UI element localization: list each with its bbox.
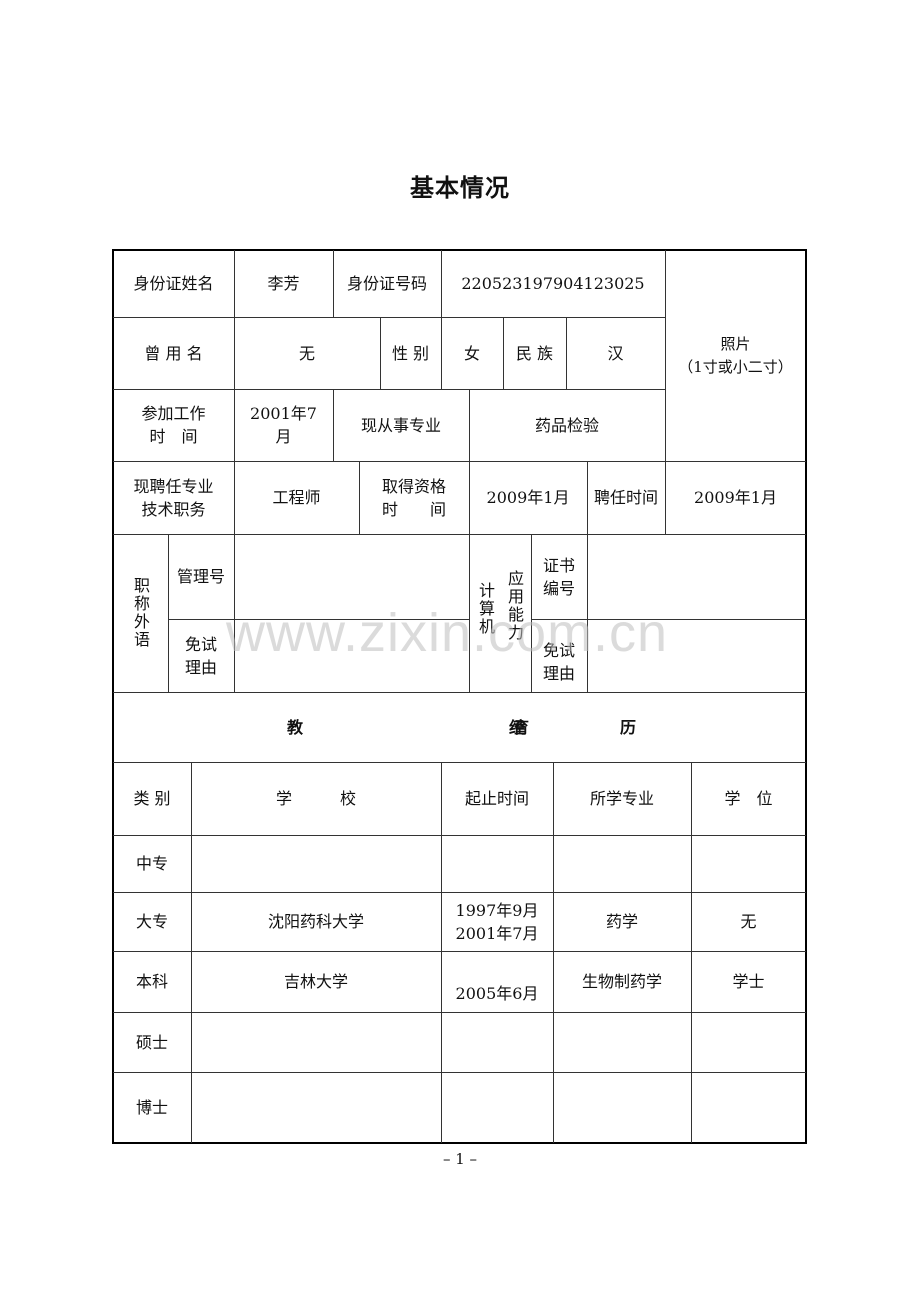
id-number-value[interactable]: 220523197904123025 [441, 250, 665, 317]
appointment-time-value[interactable]: 2009年1月 [665, 461, 806, 534]
edu-major[interactable]: 生物制药学 [553, 951, 691, 1012]
edu-category: 大专 [135, 912, 168, 931]
id-number-label: 身份证号码 [346, 274, 427, 293]
ethnicity-label: 民 族 [515, 343, 554, 363]
edu-degree[interactable] [691, 1072, 806, 1142]
id-name-value[interactable]: 李芳 [234, 250, 333, 317]
work-start-label: 参加工作 时 间 [141, 404, 206, 446]
qualification-time-label: 取得资格 时 间 [381, 476, 446, 519]
education-title-char: 历 [620, 717, 637, 737]
gender-label: 性 别 [391, 343, 430, 363]
edu-major[interactable] [553, 1072, 691, 1142]
header-category: 类 别 [133, 789, 171, 808]
gender-value[interactable]: 女 [441, 317, 503, 389]
edu-major[interactable] [553, 835, 691, 892]
education-title-char: 教 [287, 717, 304, 737]
computer-exemption-label: 免试 理由 [542, 640, 575, 683]
management-no-label: 管理号 [176, 567, 225, 586]
work-start-value[interactable]: 2001年7 月 [234, 389, 333, 461]
edu-major[interactable]: 药学 [553, 892, 691, 951]
header-degree: 学 位 [724, 789, 773, 808]
current-major-value[interactable]: 药品检验 [469, 389, 665, 461]
position-label: 现聘任专业 技术职务 [133, 476, 214, 519]
management-no-value[interactable] [234, 534, 469, 619]
former-name-label: 曾 用 名 [144, 343, 203, 363]
certificate-no-label: 证书 编号 [542, 556, 575, 598]
edu-school[interactable] [191, 835, 441, 892]
language-exemption-label: 免试 理由 [184, 634, 217, 677]
foreign-language-label-cell: 职称外语 [113, 534, 168, 692]
education-title-char: 经 [509, 717, 526, 737]
edu-category: 硕士 [135, 1032, 168, 1052]
id-name-label: 身份证姓名 [133, 274, 214, 293]
ethnicity-value[interactable]: 汉 [566, 317, 665, 389]
page-title: 基本情况 [410, 174, 510, 202]
edu-school[interactable] [191, 1072, 441, 1142]
computer-exemption-value[interactable] [587, 619, 806, 692]
computer-label-cell: 计算机 应用能力 [469, 534, 531, 692]
position-value[interactable]: 工程师 [234, 461, 359, 534]
edu-period[interactable] [441, 1012, 553, 1072]
language-exemption-value[interactable] [234, 619, 469, 692]
edu-degree[interactable] [691, 1012, 806, 1072]
header-school: 学 校 [275, 789, 356, 808]
current-major-label: 现从事专业 [360, 415, 441, 435]
edu-degree[interactable] [691, 835, 806, 892]
edu-category: 中专 [135, 854, 168, 873]
page-number: – 1 – [442, 1150, 478, 1168]
qualification-time-value[interactable]: 2009年1月 [469, 461, 587, 534]
edu-period[interactable] [441, 1072, 553, 1142]
edu-major[interactable] [553, 1012, 691, 1072]
appointment-time-label: 聘任时间 [593, 488, 658, 507]
edu-degree[interactable]: 学士 [691, 951, 806, 1012]
header-major: 所学专业 [589, 789, 654, 808]
edu-category: 本科 [135, 972, 168, 991]
edu-category: 博士 [135, 1097, 168, 1117]
edu-period[interactable]: 2005年6月 [441, 951, 553, 1012]
computer-ability-label: 应用能力 [505, 570, 524, 642]
edu-period[interactable]: 1997年9月 2001年7月 [441, 892, 553, 951]
header-period: 起止时间 [464, 789, 529, 808]
certificate-no-value[interactable] [587, 534, 806, 619]
edu-school[interactable] [191, 1012, 441, 1072]
education-section-title: 教 育 经 历 [113, 692, 806, 762]
edu-period[interactable] [441, 835, 553, 892]
computer-label: 计算机 [476, 582, 495, 636]
edu-degree[interactable]: 无 [691, 892, 806, 951]
photo-placeholder[interactable]: 照片 （1寸或小二寸） [665, 250, 806, 461]
former-name-value[interactable]: 无 [234, 317, 380, 389]
edu-school[interactable]: 吉林大学 [191, 951, 441, 1012]
edu-school[interactable]: 沈阳药科大学 [191, 892, 441, 951]
foreign-language-label: 职称外语 [131, 577, 150, 649]
